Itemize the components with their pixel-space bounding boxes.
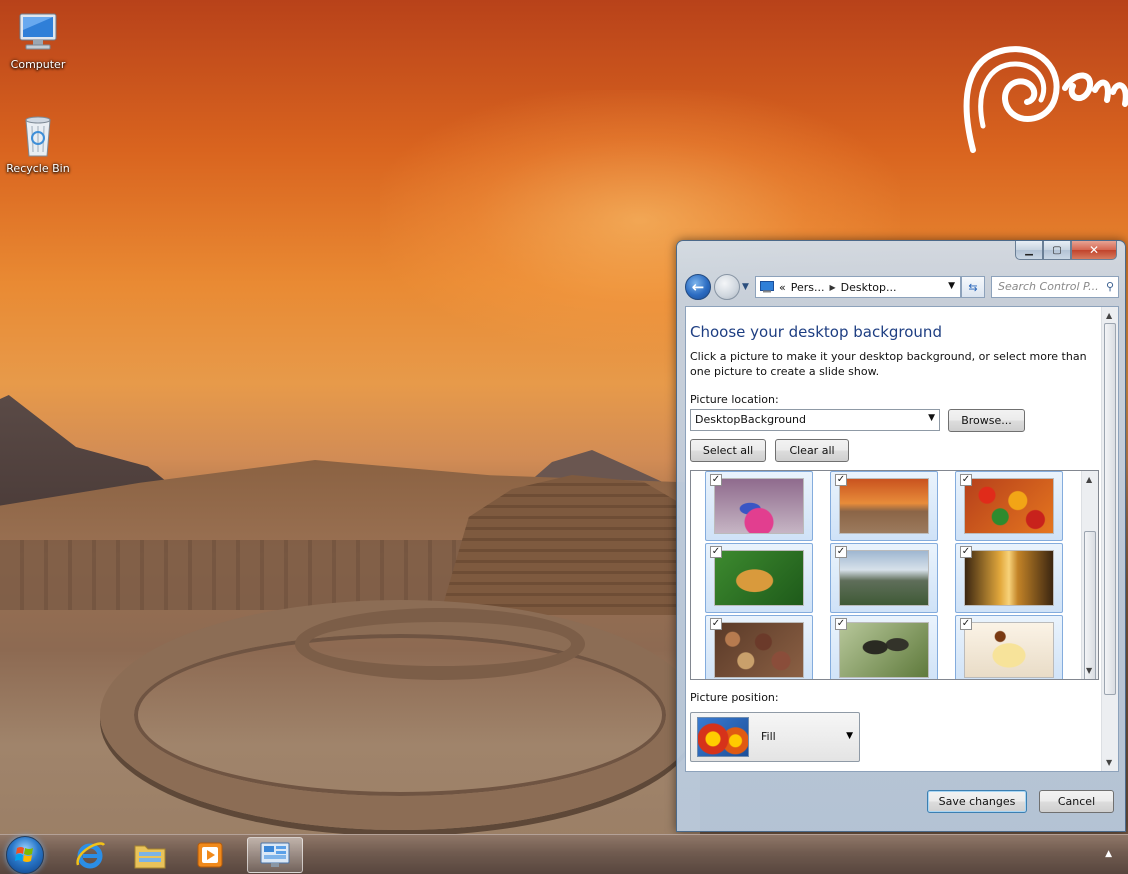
page-title: Choose your desktop background [690,323,942,341]
thumbnail-peru-dancer [714,478,804,534]
taskbar-internet-explorer[interactable] [62,837,118,873]
gallery-scroll-thumb[interactable] [1084,531,1096,679]
breadcrumb-personalization[interactable]: Pers... [791,281,825,294]
picture-checkbox[interactable]: ✓ [960,474,972,486]
picture-tile-jaguar[interactable]: ✓ [705,543,813,613]
clear-all-button[interactable]: Clear all [775,439,849,462]
desktop-icon-label: Computer [10,58,66,71]
taskbar-control-panel[interactable] [247,837,303,873]
thumbnail-jaguar [714,550,804,606]
scroll-up-icon[interactable]: ▲ [1106,311,1112,320]
picture-tile-dessert[interactable]: ✓ [955,615,1063,679]
thumbnail-machu-picchu [839,550,929,606]
control-panel-icon [760,281,774,293]
file-explorer-icon [134,845,166,869]
forward-button[interactable] [714,274,740,300]
picture-position-select[interactable]: Fill ▼ [690,712,860,762]
close-button[interactable]: ✕ [1071,241,1117,260]
picture-checkbox[interactable]: ✓ [835,618,847,630]
desktop-icon-recycle-bin[interactable]: Recycle Bin [0,112,76,175]
back-arrow-icon: ← [691,278,705,296]
scroll-down-icon[interactable]: ▼ [1106,758,1112,767]
desktop-background-window: ▁ ▢ ✕ ← ▼ « Pers... ▶ Desktop... ▼ ⇆ Sea… [676,240,1126,832]
picture-tile-machu-picchu[interactable]: ✓ [830,543,938,613]
thumbnail-dessert [964,622,1054,678]
picture-checkbox[interactable]: ✓ [960,618,972,630]
gallery-scrollbar[interactable]: ▲ ▼ [1081,471,1098,679]
picture-tile-cathedral[interactable]: ✓ [955,543,1063,613]
navigation-bar: ← ▼ « Pers... ▶ Desktop... ▼ ⇆ Search Co… [685,273,1119,301]
media-player-icon [197,842,223,868]
select-all-button[interactable]: Select all [690,439,766,462]
chevron-down-icon: ▼ [846,731,853,741]
show-hidden-icons-icon[interactable]: ▲ [1105,849,1112,859]
taskbar-media-player[interactable] [182,837,238,873]
picture-checkbox[interactable]: ✓ [835,546,847,558]
picture-location-select[interactable]: DesktopBackground ▼ [690,409,940,431]
control-panel-icon [260,842,290,867]
close-icon: ✕ [1088,243,1100,257]
cancel-button[interactable]: Cancel [1039,790,1114,813]
back-button[interactable]: ← [685,274,711,300]
search-placeholder: Search Control P... [998,280,1099,293]
peru-logo [963,46,1128,153]
address-bar[interactable]: « Pers... ▶ Desktop... ▼ [755,276,961,298]
picture-checkbox[interactable]: ✓ [835,474,847,486]
start-button[interactable] [6,836,44,874]
picture-checkbox[interactable]: ✓ [710,546,722,558]
caption-buttons: ▁ ▢ ✕ [1015,241,1117,260]
picture-location-value: DesktopBackground [695,413,806,426]
taskbar: ▲ [0,834,1128,874]
recycle-bin-icon [25,116,51,157]
scroll-up-icon[interactable]: ▲ [1086,475,1092,484]
browse-button[interactable]: Browse... [948,409,1025,432]
minimize-icon: ▁ [1025,244,1033,256]
chevron-down-icon: ▼ [928,413,935,423]
thumbnail-peppers [964,478,1054,534]
picture-tile-peru-dancer[interactable]: ✓ [705,471,813,541]
maximize-button[interactable]: ▢ [1043,241,1071,260]
breadcrumb-desktop-background[interactable]: Desktop... [841,281,897,294]
windows-logo-icon [15,847,33,862]
picture-tile-caral-ruins[interactable]: ✓ [830,471,938,541]
chevron-down-icon: ▼ [742,282,749,292]
page-description: Click a picture to make it your desktop … [690,350,1087,378]
picture-gallery: ✓ ✓ ✓ ✓ ✓ ✓ ✓ ✓ ✓ ▲ ▼ [690,470,1099,680]
address-dropdown-icon[interactable]: ▼ [948,281,955,291]
circular-plaza-inner [295,608,585,680]
breadcrumb-separator-icon: ▶ [829,282,836,292]
thumbnail-potatoes [714,622,804,678]
minimize-button[interactable]: ▁ [1015,241,1043,260]
save-changes-button[interactable]: Save changes [927,790,1027,813]
refresh-button[interactable]: ⇆ [961,276,985,298]
desktop-icon-label: Recycle Bin [6,162,70,175]
picture-tile-peppers[interactable]: ✓ [955,471,1063,541]
picture-checkbox[interactable]: ✓ [960,546,972,558]
internet-explorer-icon [76,842,106,869]
scroll-down-icon[interactable]: ▼ [1086,666,1092,675]
taskbar-file-explorer[interactable] [122,837,178,873]
picture-location-label: Picture location: [690,393,779,406]
maximize-icon: ▢ [1052,244,1062,256]
computer-icon [19,13,57,50]
picture-checkbox[interactable]: ✓ [710,474,722,486]
position-preview-image [697,717,749,757]
breadcrumb-overflow[interactable]: « [779,281,786,294]
picture-tile-monkeys[interactable]: ✓ [830,615,938,679]
desktop-icon-computer[interactable]: Computer [0,8,76,71]
recent-pages-dropdown[interactable]: ▼ [742,282,749,292]
picture-tile-potatoes[interactable]: ✓ [705,615,813,679]
picture-position-value: Fill [761,730,776,743]
refresh-icon: ⇆ [968,280,978,294]
thumbnail-cathedral [964,550,1054,606]
search-input[interactable]: Search Control P... ⚲ [991,276,1119,298]
content-scroll-thumb[interactable] [1104,323,1116,695]
content-pane: Choose your desktop background Click a p… [685,306,1119,772]
content-scrollbar[interactable]: ▲ ▼ [1101,307,1118,771]
thumbnail-caral-ruins [839,478,929,534]
thumbnail-monkeys [839,622,929,678]
picture-checkbox[interactable]: ✓ [710,618,722,630]
search-icon: ⚲ [1105,280,1114,293]
picture-position-label: Picture position: [690,691,779,704]
